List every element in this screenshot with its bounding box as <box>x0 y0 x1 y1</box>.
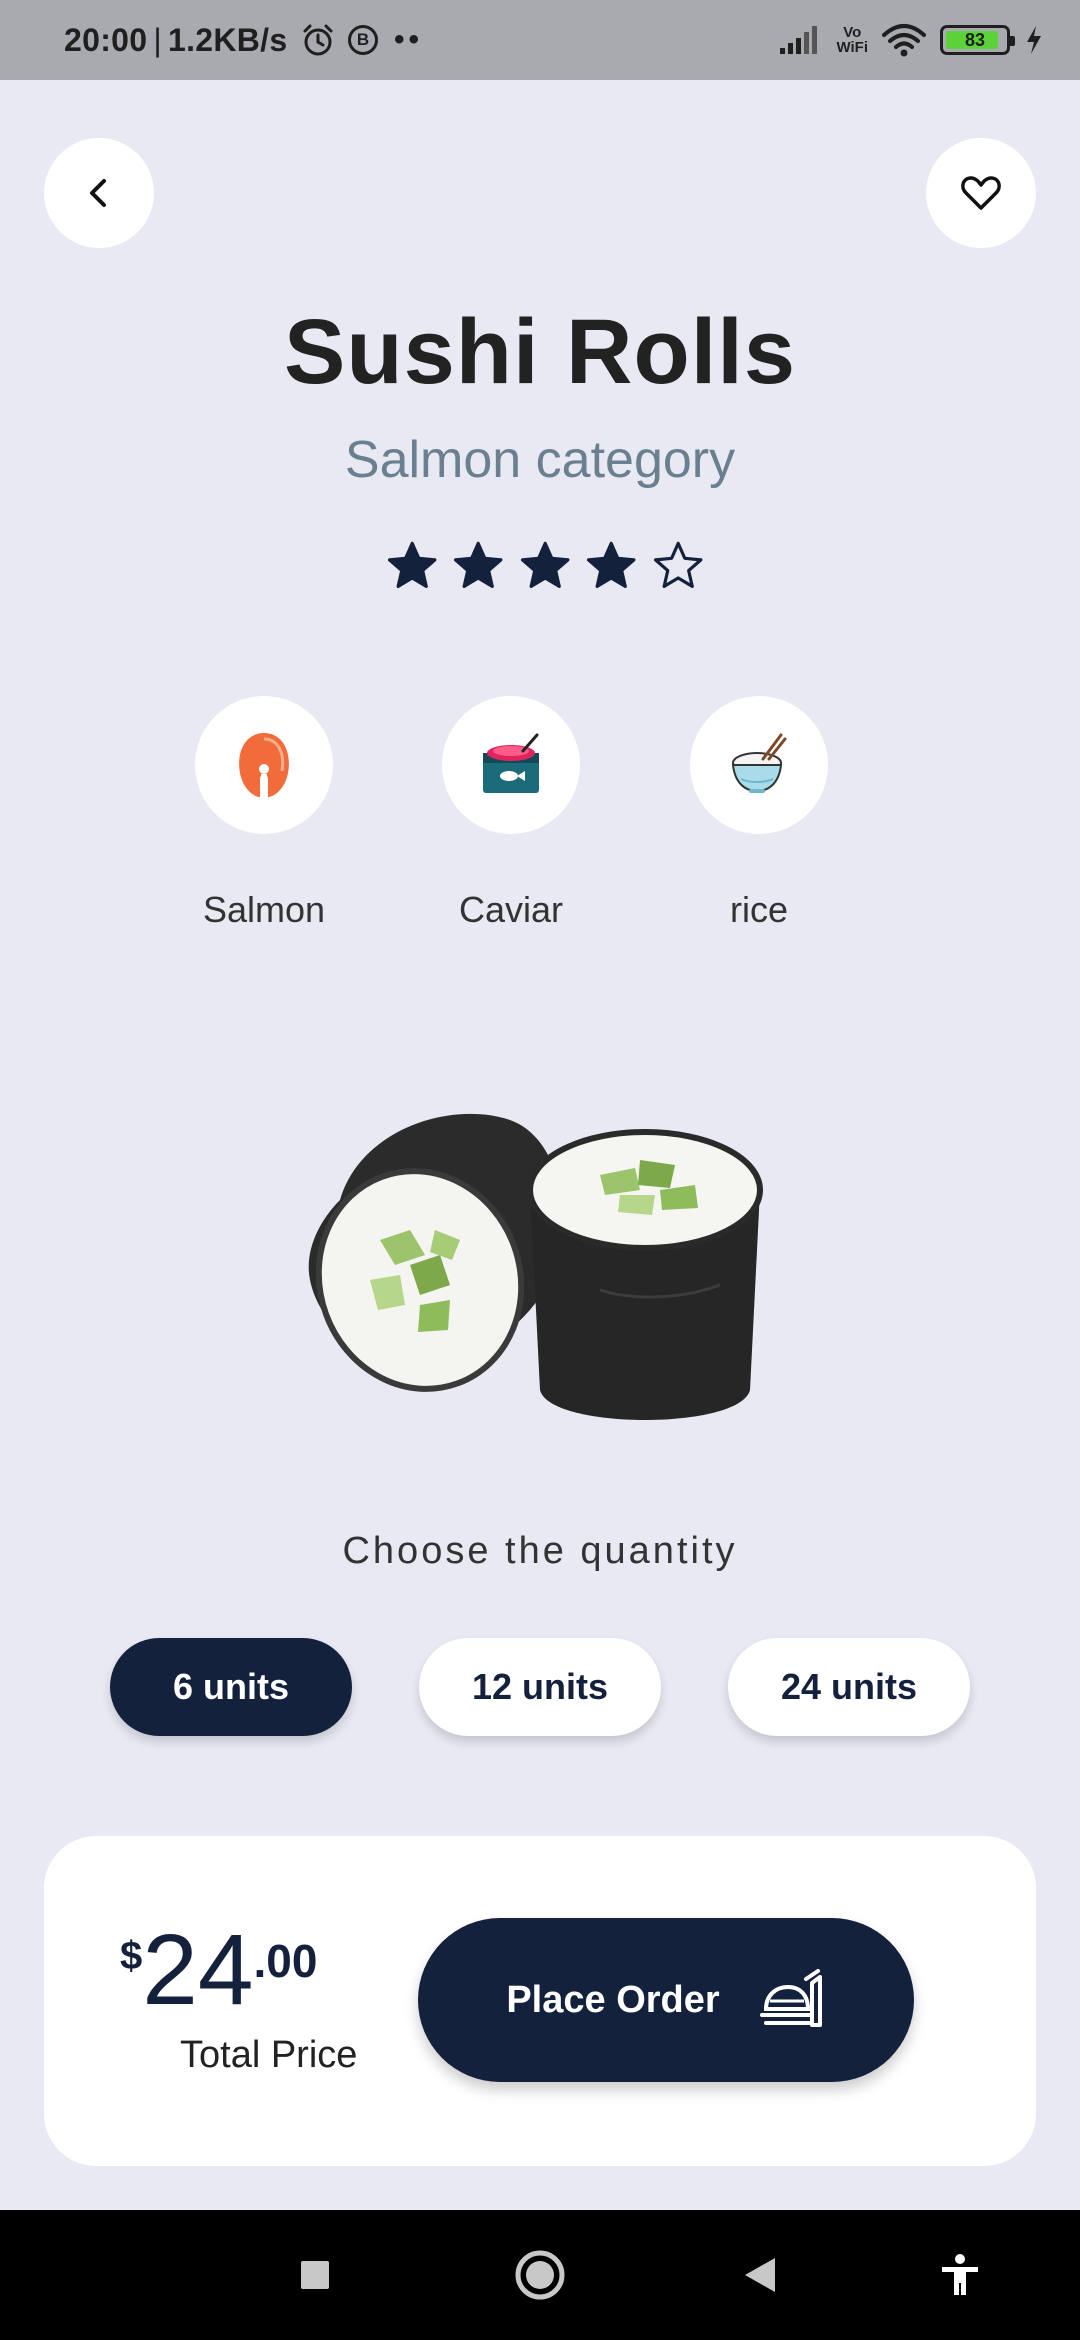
price-value: $ 24 .00 <box>120 1914 317 2026</box>
nav-recent-button[interactable] <box>290 2210 340 2340</box>
product-category: Salmon category <box>344 431 736 489</box>
chevron-left-icon <box>90 179 106 207</box>
signal-icon <box>780 26 818 54</box>
caviar-tin-icon <box>483 733 539 793</box>
ingredient-circle <box>442 696 580 834</box>
star-icon <box>520 541 570 588</box>
battery-level: 83 <box>964 29 986 50</box>
status-time: 20:00 <box>64 21 148 58</box>
accessibility-icon <box>942 2254 978 2295</box>
total-price-caption: Total Price <box>180 2034 358 2076</box>
sushi-image <box>308 1113 763 1420</box>
salmon-steak-icon <box>239 733 289 797</box>
quantity-label: Choose the quantity <box>342 1530 738 1572</box>
b-app-letter: B <box>356 30 370 49</box>
quantity-option-label: 24 units <box>780 1666 918 1707</box>
price-integer: 24 <box>142 1914 254 2026</box>
vowifi-top: Vo <box>843 24 862 41</box>
ingredient-circle <box>195 696 333 834</box>
quantity-option-label: 12 units <box>471 1666 609 1707</box>
ingredient-salmon: Salmon <box>164 696 364 931</box>
total-price: $ 24 .00 <box>120 1914 317 2026</box>
status-bar: 20:00 | 1.2KB/s B •• Vo WiFi 83 <box>0 0 1080 80</box>
rating-stars <box>385 538 705 594</box>
nav-home-button[interactable] <box>510 2210 570 2340</box>
charging-icon <box>1027 26 1041 54</box>
ingredient-label: Caviar <box>458 889 564 930</box>
star-icon <box>387 541 437 588</box>
status-separator: | <box>153 21 162 58</box>
sushi-roll-right <box>527 1129 763 1420</box>
status-system-icons: Vo WiFi 83 <box>778 0 1044 80</box>
favorite-button[interactable] <box>926 138 1036 248</box>
ingredient-rice: rice <box>659 696 859 931</box>
rice-bowl-icon <box>731 733 787 793</box>
star-icon <box>587 541 636 588</box>
place-order-label: Place Order <box>506 1978 720 2021</box>
status-time-group: 20:00 | 1.2KB/s <box>64 0 287 80</box>
price-currency: $ <box>120 1934 143 1978</box>
sushi-roll-left <box>308 1113 563 1392</box>
star-icon <box>454 541 503 588</box>
circle-icon <box>515 2250 565 2300</box>
quantity-option-24[interactable]: 24 units <box>728 1638 970 1736</box>
more-notifications-dots: •• <box>394 23 424 56</box>
system-nav-bar <box>0 2210 1080 2340</box>
vowifi-bottom: WiFi <box>836 39 868 56</box>
place-order-button[interactable]: Place Order <box>418 1918 914 2082</box>
nav-accessibility-button[interactable] <box>938 2210 982 2340</box>
vowifi-icon: Vo WiFi <box>836 25 868 55</box>
triangle-back-icon <box>745 2258 775 2292</box>
quantity-option-6[interactable]: 6 units <box>110 1638 352 1736</box>
nav-back-button[interactable] <box>740 2210 780 2340</box>
square-icon <box>301 2261 329 2289</box>
wifi-icon <box>882 24 926 57</box>
status-notification-icons: B •• <box>300 0 423 80</box>
network-speed: 1.2KB/s <box>167 21 288 58</box>
food-serving-icon <box>759 1969 822 2027</box>
battery-icon: 83 <box>940 25 1015 55</box>
ingredient-label: Salmon <box>202 889 326 930</box>
star-outline-icon <box>653 541 703 588</box>
heart-outline-icon <box>961 176 1001 210</box>
b-app-icon: B <box>348 25 378 55</box>
quantity-option-label: 6 units <box>172 1666 289 1707</box>
ingredient-label: rice <box>729 889 788 930</box>
alarm-icon <box>303 24 333 56</box>
back-button[interactable] <box>44 138 154 248</box>
quantity-option-12[interactable]: 12 units <box>419 1638 661 1736</box>
price-decimal: .00 <box>253 1935 318 1987</box>
ingredient-circle <box>690 696 828 834</box>
product-title: Sushi Rolls <box>284 301 796 403</box>
ingredient-caviar: Caviar <box>411 696 611 931</box>
